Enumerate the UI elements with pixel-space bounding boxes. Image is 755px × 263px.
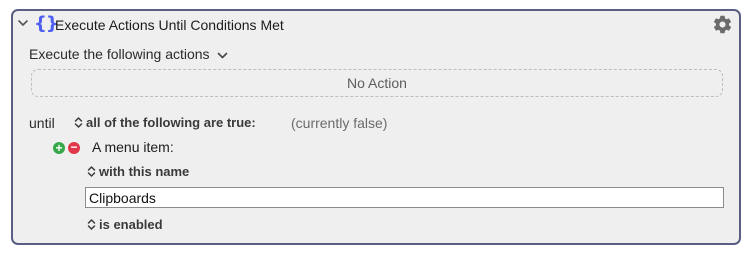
name-match-select[interactable]: with this name bbox=[87, 164, 189, 179]
remove-condition-button[interactable]: − bbox=[68, 141, 80, 154]
until-label: until bbox=[29, 115, 55, 131]
menu-item-state-label: is enabled bbox=[99, 217, 163, 232]
condition-mode-label: all of the following are true: bbox=[86, 115, 256, 130]
condition-mode-select[interactable]: all of the following are true: bbox=[74, 115, 256, 130]
no-action-drop-zone[interactable]: No Action bbox=[31, 69, 723, 97]
up-down-arrows-icon bbox=[74, 117, 83, 128]
action-title: Execute Actions Until Conditions Met bbox=[55, 17, 284, 33]
chevron-down-icon[interactable] bbox=[217, 52, 228, 60]
add-condition-button[interactable]: + bbox=[53, 142, 65, 154]
name-match-label: with this name bbox=[99, 164, 190, 179]
action-header: {} Execute Actions Until Conditions Met bbox=[13, 11, 739, 41]
condition-status: (currently false) bbox=[291, 115, 388, 131]
up-down-arrows-icon bbox=[87, 166, 96, 177]
menu-item-condition-label: A menu item: bbox=[92, 139, 174, 155]
menu-item-state-select[interactable]: is enabled bbox=[87, 217, 163, 232]
execute-until-action: {} Execute Actions Until Conditions Met … bbox=[11, 9, 741, 245]
execute-actions-dropdown-label[interactable]: Execute the following actions bbox=[29, 46, 210, 62]
collapse-chevron-icon[interactable] bbox=[17, 17, 29, 29]
up-down-arrows-icon bbox=[87, 219, 96, 230]
gear-icon[interactable] bbox=[712, 14, 733, 35]
menu-item-name-field[interactable] bbox=[85, 187, 724, 208]
